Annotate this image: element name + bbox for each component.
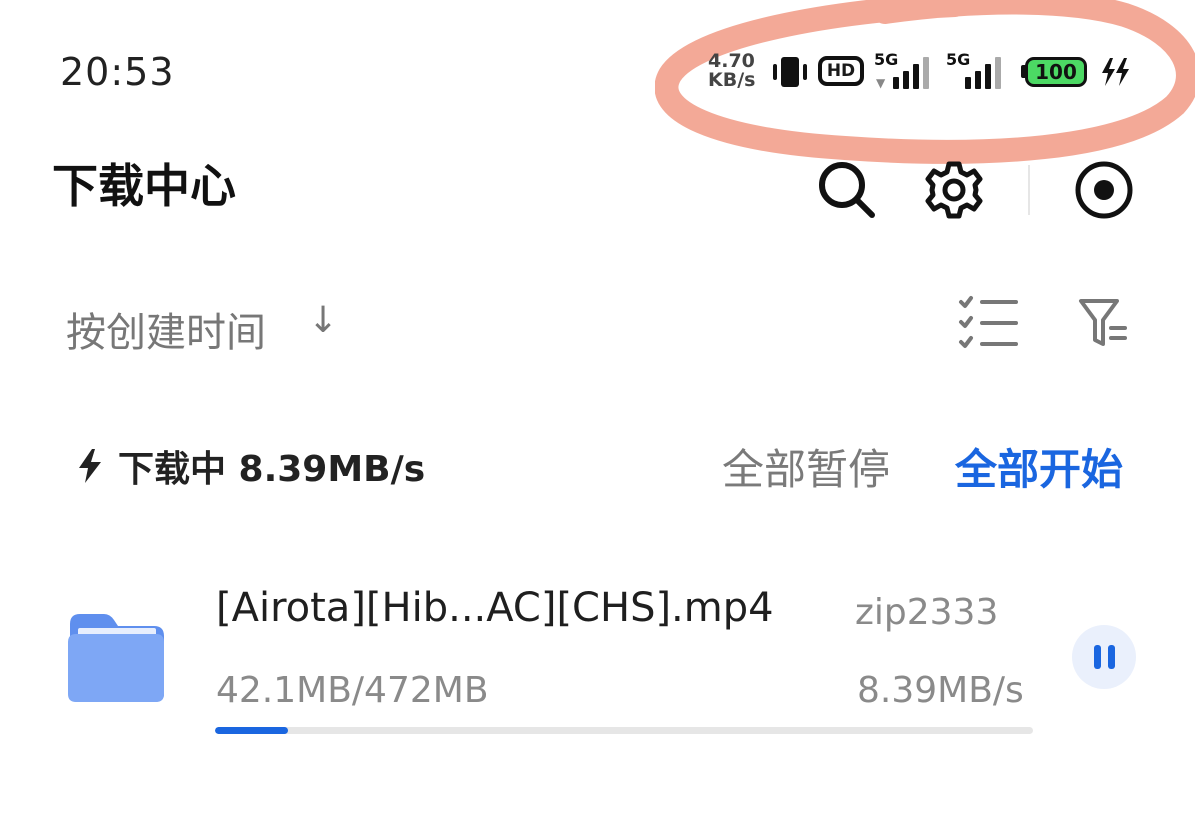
- pause-icon-bar-right: [1107, 645, 1115, 669]
- download-status: 下载中 8.39MB/s: [76, 440, 425, 492]
- search-icon: [819, 162, 875, 218]
- file-name: [Airota][Hib...AC][CHS].mp4: [216, 585, 774, 631]
- file-progress-text: 42.1MB/472MB: [216, 670, 489, 711]
- start-all-button[interactable]: 全部开始: [955, 436, 1123, 497]
- status-time: 20:53: [60, 50, 175, 94]
- page-title: 下载中心: [52, 159, 236, 213]
- record-button[interactable]: [1072, 158, 1136, 222]
- sim1-signal-bars: [893, 55, 929, 89]
- progress-bar-fill: [215, 727, 288, 734]
- checklist-icon: [959, 296, 1018, 348]
- sim2-signal-bars: [965, 55, 1001, 89]
- vibrate-icon: [773, 57, 807, 87]
- record-icon: [1075, 161, 1133, 219]
- folder-icon: [68, 614, 164, 702]
- filter-button[interactable]: [1075, 295, 1131, 351]
- file-speed: 8.39MB/s: [857, 670, 1024, 711]
- pause-all-button[interactable]: 全部暂停: [722, 436, 890, 497]
- settings-button[interactable]: [922, 158, 986, 222]
- gear-icon: [925, 161, 983, 219]
- sort-arrow-icon: ↓: [308, 300, 339, 341]
- progress-bar: [215, 727, 1033, 734]
- pause-button[interactable]: [1072, 625, 1136, 689]
- sort-label: 按创建时间: [66, 310, 266, 356]
- file-source: zip2333: [855, 592, 999, 633]
- lightning-icon: [79, 449, 101, 483]
- multi-select-button[interactable]: [955, 292, 1021, 354]
- hd-voice-badge: HD: [818, 56, 864, 86]
- filter-icon: [1079, 299, 1127, 346]
- download-status-text: 下载中 8.39MB/s: [118, 449, 426, 490]
- sort-selector[interactable]: 按创建时间 ↓: [66, 300, 356, 356]
- data-arrow-icon: ▼: [876, 76, 886, 90]
- pause-icon-bar-left: [1093, 645, 1101, 669]
- header-divider: [1028, 165, 1030, 215]
- network-speed: 4.70 KB/s: [708, 52, 764, 90]
- fast-charging-icon: [1102, 58, 1129, 86]
- battery-indicator: 100: [1025, 57, 1087, 87]
- search-button[interactable]: [815, 158, 879, 222]
- network-speed-unit: KB/s: [708, 69, 756, 91]
